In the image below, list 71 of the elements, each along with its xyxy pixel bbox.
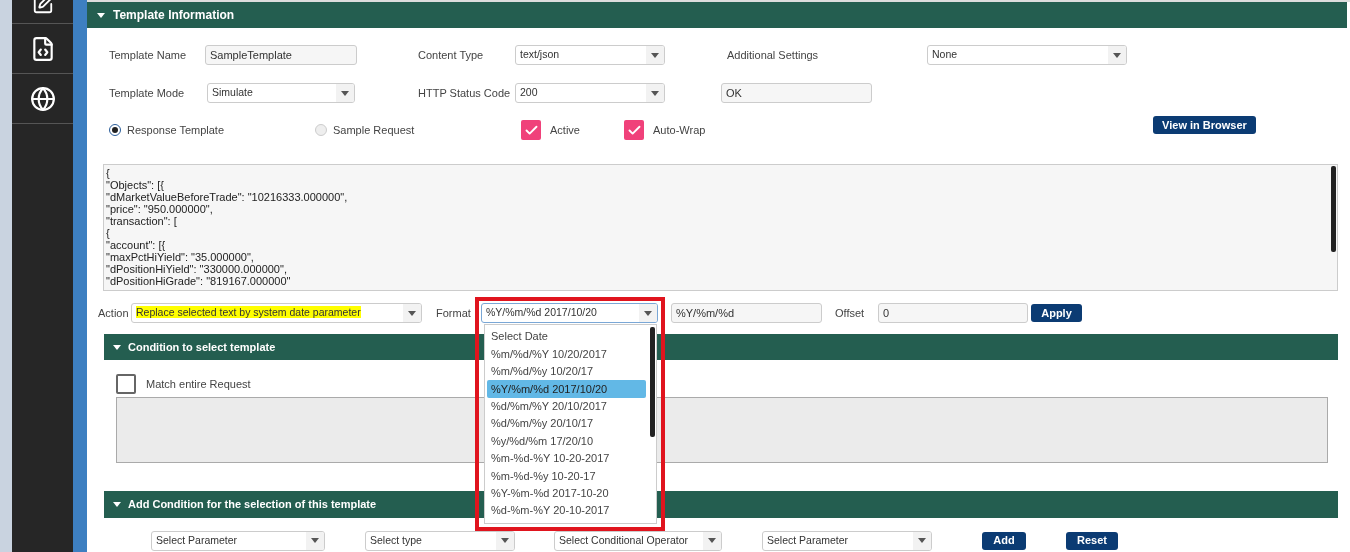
dropdown-option[interactable]: %d/%m/%Y 20/10/2017 xyxy=(487,397,646,415)
select-dropdown[interactable]: None xyxy=(927,45,1127,65)
edit-icon[interactable] xyxy=(31,0,54,15)
radio-label: Response Template xyxy=(127,122,225,138)
code-line: { xyxy=(106,227,110,239)
text-field[interactable]: %Y/%m/%d xyxy=(671,303,822,323)
select-dropdown[interactable]: Select type xyxy=(365,530,515,551)
dropdown-option[interactable]: %d/%m/%y 20/10/17 xyxy=(487,414,646,433)
radio-button[interactable] xyxy=(109,124,121,136)
action-button[interactable]: Apply xyxy=(1031,304,1082,322)
checkbox[interactable] xyxy=(116,374,136,394)
action-dropdown[interactable]: Replace selected text by system date parameter xyxy=(131,303,422,323)
caret-icon xyxy=(408,310,416,316)
dropdown-option[interactable]: %Y/%m/%d 2017/10/20 xyxy=(487,380,646,398)
code-line: "dPositionHiYield": "330000.000000", xyxy=(106,263,287,275)
action-button[interactable]: Reset xyxy=(1066,531,1118,550)
select-dropdown[interactable]: Select Parameter xyxy=(151,530,325,551)
caret-icon xyxy=(651,90,659,96)
code-line: "maxPctHiYield": "35.000000", xyxy=(106,251,254,263)
field-label: Template Mode xyxy=(109,85,186,101)
code-line: "price": "950.000000", xyxy=(106,203,213,215)
code-line: "dMarketValueBeforeTrade": "10216333.000000", xyxy=(106,191,348,203)
code-line: { xyxy=(106,167,110,179)
field-label: HTTP Status Code xyxy=(418,85,512,101)
globe-icon[interactable] xyxy=(29,85,56,112)
action-button[interactable]: View in Browser xyxy=(1153,116,1256,134)
checkbox-label: Active xyxy=(550,122,580,138)
caret-icon xyxy=(644,310,652,316)
code-line: "transaction": [ xyxy=(106,215,177,227)
text-field[interactable]: OK xyxy=(721,83,872,103)
template-text-area[interactable] xyxy=(103,164,1338,291)
checkbox[interactable] xyxy=(624,120,644,140)
select-dropdown[interactable]: Select Conditional Operator xyxy=(554,530,722,551)
section-header[interactable]: Template Information xyxy=(87,2,1347,28)
action-button[interactable]: Add xyxy=(982,531,1026,550)
code-line: "Objects": [{ xyxy=(106,179,164,191)
dropdown-option[interactable]: %m-%d-%Y 10-20-2017 xyxy=(487,449,646,468)
field-label: Content Type xyxy=(418,47,485,63)
caret-icon xyxy=(501,538,509,543)
select-dropdown[interactable]: text/json xyxy=(515,45,665,65)
caret-icon xyxy=(651,52,659,58)
caret-icon xyxy=(311,538,319,543)
dropdown-option[interactable]: %y/%d/%m 17/20/10 xyxy=(487,432,646,450)
code-line: "dPositionHiGrade": "819167.000000" xyxy=(106,275,291,287)
caret-icon xyxy=(113,344,121,350)
text-field[interactable]: SampleTemplate xyxy=(205,45,357,65)
dropdown-option[interactable]: %m/%d/%y 10/20/17 xyxy=(487,362,646,381)
format-dropdown[interactable]: %Y/%m/%d 2017/10/20 xyxy=(481,303,658,323)
select-dropdown[interactable]: Simulate xyxy=(207,83,355,103)
radio-label: Sample Request xyxy=(333,122,415,138)
caret-icon xyxy=(113,502,121,507)
caret-icon xyxy=(918,538,926,543)
offset-field[interactable]: 0 xyxy=(878,303,1028,323)
caret-icon xyxy=(97,12,105,18)
select-dropdown[interactable]: 200 xyxy=(515,83,665,103)
dropdown-option[interactable]: %m-%d-%y 10-20-17 xyxy=(487,467,646,485)
checkbox[interactable] xyxy=(521,120,541,140)
checkbox-label: Auto-Wrap xyxy=(653,122,706,138)
caret-icon xyxy=(341,90,349,96)
caret-icon xyxy=(1113,52,1121,58)
caret-icon xyxy=(708,538,716,543)
field-label: Format xyxy=(436,305,472,321)
checkbox-label: Match entire Request xyxy=(146,376,251,392)
code-line: "account": [{ xyxy=(106,239,166,251)
field-label: Action xyxy=(98,305,130,321)
dropdown-option[interactable]: %m/%d/%Y 10/20/2017 xyxy=(487,345,646,363)
field-label: Additional Settings xyxy=(727,47,820,63)
field-label: Template Name xyxy=(109,47,188,63)
dropdown-option[interactable]: %d-%m-%Y 20-10-2017 xyxy=(487,501,646,520)
select-dropdown[interactable]: Select Parameter xyxy=(762,530,932,551)
field-label: Offset xyxy=(835,305,866,321)
